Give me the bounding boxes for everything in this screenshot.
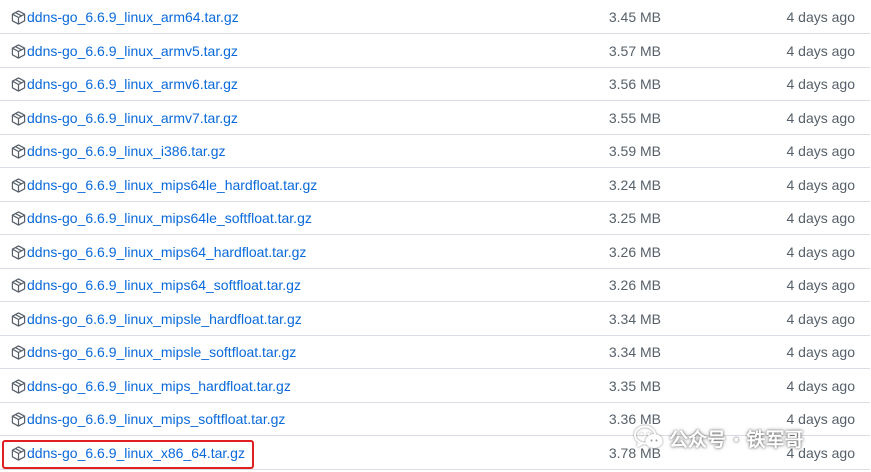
asset-link[interactable]: ddns-go_6.6.9_linux_arm64.tar.gz (27, 1, 239, 34)
asset-link[interactable]: ddns-go_6.6.9_linux_mips64_hardfloat.tar… (27, 236, 306, 269)
asset-link[interactable]: ddns-go_6.6.9_linux_armv6.tar.gz (27, 68, 238, 101)
asset-link[interactable]: ddns-go_6.6.9_linux_armv7.tar.gz (27, 102, 238, 135)
package-icon (11, 311, 26, 327)
asset-row: ddns-go_6.6.9_linux_i386.tar.gz 3.59 MB 4 … (0, 135, 870, 168)
asset-date: 4 days ago (786, 277, 856, 293)
package-icon (11, 10, 26, 25)
asset-date: 4 days ago (786, 143, 856, 159)
asset-date: 4 days ago (786, 9, 856, 25)
asset-row: ddns-go_6.6.9_linux_armv7.tar.gz 3.55 MB 4… (0, 102, 870, 135)
asset-row: ddns-go_6.6.9_linux_mips_hardfloat.tar.g… (0, 370, 870, 403)
asset-link[interactable]: ddns-go_6.6.9_linux_mips64le_hardfloat.t… (27, 169, 317, 202)
package-icon (11, 345, 26, 360)
watermark-text: 公众号 · 铁军哥 (669, 428, 804, 451)
package-icon (11, 244, 26, 260)
asset-link[interactable]: ddns-go_6.6.9_linux_mips_hardfloat.tar.g… (27, 370, 291, 403)
asset-row: ddns-go_6.6.9_linux_mipsle_hardfloat.tar… (0, 303, 870, 336)
asset-size: 3.45 MB (608, 9, 661, 25)
package-icon (11, 211, 26, 226)
asset-row: ddns-go_6.6.9_linux_mips64le_hardfloat.t… (0, 169, 870, 202)
asset-size: 3.34 MB (608, 344, 661, 360)
asset-size: 3.59 MB (608, 143, 661, 159)
asset-link[interactable]: ddns-go_6.6.9_linux_armv5.tar.gz (27, 35, 238, 68)
asset-date: 4 days ago (786, 243, 856, 260)
package-icon (11, 77, 26, 92)
asset-size: 3.56 MB (608, 76, 661, 92)
asset-link[interactable]: ddns-go_6.6.9_linux_mips64_softfloat.tar… (27, 269, 301, 302)
asset-date: 4 days ago (786, 377, 856, 394)
asset-date: 4 days ago (786, 176, 856, 193)
asset-link[interactable]: ddns-go_6.6.9_linux_x86_64.tar.gz (27, 437, 245, 470)
asset-size: 3.55 MB (608, 109, 661, 126)
package-icon (11, 144, 26, 159)
package-icon (11, 110, 26, 126)
asset-link[interactable]: ddns-go_6.6.9_linux_mips_softfloat.tar.g… (27, 403, 285, 436)
package-icon (11, 412, 26, 427)
asset-row: ddns-go_6.6.9_linux_mipsle_softfloat.tar… (0, 336, 870, 369)
asset-date: 4 days ago (786, 76, 856, 92)
asset-date: 4 days ago (786, 42, 856, 59)
asset-size: 3.24 MB (608, 176, 661, 193)
asset-date: 4 days ago (786, 310, 856, 327)
asset-row: ddns-go_6.6.9_linux_arm64.tar.gz 3.45 MB 4… (0, 1, 870, 34)
release-assets-list: ddns-go_6.6.9_linux_arm64.tar.gz 3.45 MB 4… (0, 0, 871, 472)
asset-row: ddns-go_6.6.9_linux_armv5.tar.gz 3.57 MB 4… (0, 35, 870, 68)
asset-row: ddns-go_6.6.9_linux_armv6.tar.gz 3.56 MB 4… (0, 68, 870, 101)
package-icon (11, 43, 26, 59)
asset-size: 3.57 MB (608, 42, 661, 59)
asset-row: ddns-go_6.6.9_linux_mips64le_softfloat.t… (0, 202, 870, 235)
asset-date: 4 days ago (786, 210, 856, 226)
asset-link[interactable]: ddns-go_6.6.9_linux_mipsle_hardfloat.tar… (27, 303, 302, 336)
package-icon (11, 378, 26, 394)
asset-link[interactable]: ddns-go_6.6.9_linux_i386.tar.gz (27, 135, 225, 168)
asset-row: ddns-go_6.6.9_linux_mips64_softfloat.tar… (0, 269, 870, 302)
asset-size: 3.25 MB (608, 210, 661, 226)
asset-size: 3.35 MB (608, 377, 661, 394)
package-icon (11, 177, 26, 193)
package-icon (11, 278, 26, 293)
asset-size: 3.34 MB (608, 310, 661, 327)
watermark: 公众号 · 铁军哥 (634, 424, 803, 452)
asset-size: 3.26 MB (608, 243, 661, 260)
package-icon (11, 445, 26, 461)
wechat-icon (634, 425, 663, 448)
asset-size: 3.26 MB (608, 277, 661, 293)
asset-link[interactable]: ddns-go_6.6.9_linux_mipsle_softfloat.tar… (27, 336, 296, 369)
asset-date: 4 days ago (786, 344, 856, 360)
asset-row: ddns-go_6.6.9_linux_mips64_hardfloat.tar… (0, 236, 870, 269)
asset-date: 4 days ago (786, 109, 856, 126)
asset-link[interactable]: ddns-go_6.6.9_linux_mips64le_softfloat.t… (27, 202, 312, 235)
